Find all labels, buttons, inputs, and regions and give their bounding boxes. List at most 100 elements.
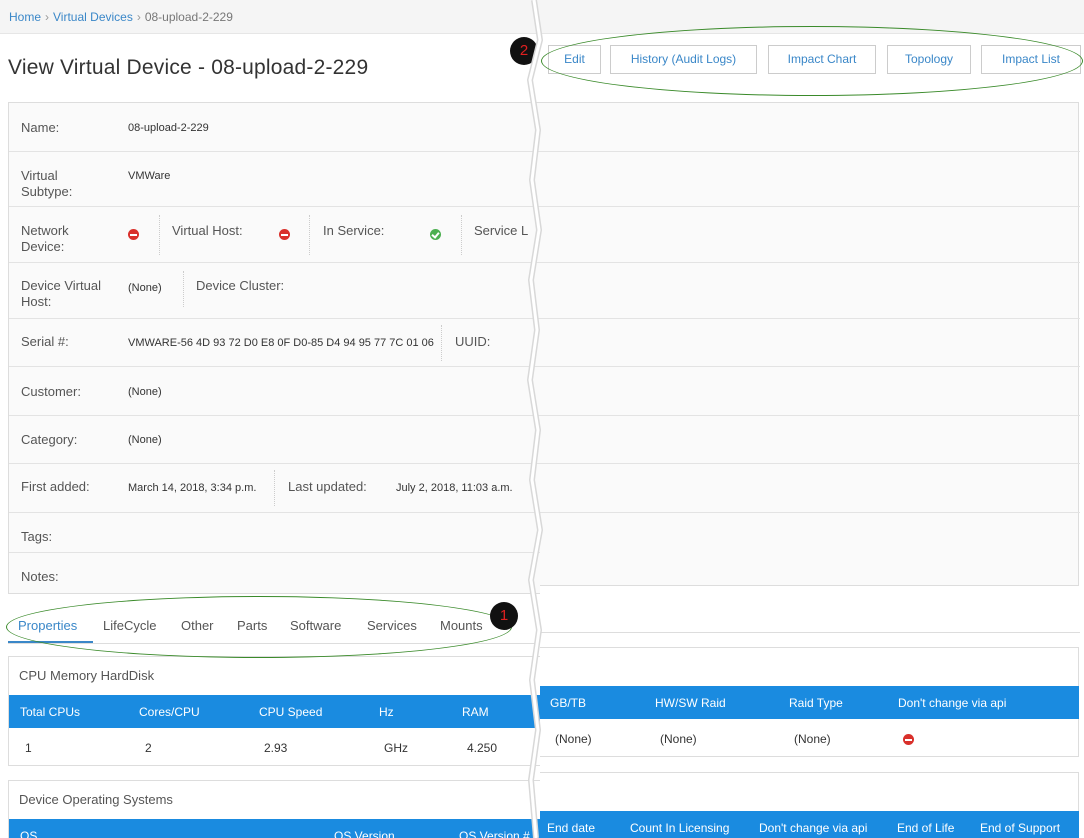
dates-row: First added: March 14, 2018, 3:34 p.m. L…	[9, 464, 540, 513]
last-updated-value: July 2, 2018, 11:03 a.m.	[396, 482, 513, 494]
subtype-value: VMWare	[128, 170, 171, 182]
breadcrumb-separator: ›	[136, 10, 141, 24]
row	[540, 513, 1080, 553]
row	[540, 207, 1080, 263]
network-device-no-icon	[128, 229, 139, 240]
device-details-panel: Name: 08-upload-2-229 Virtual Subtype: V…	[8, 102, 540, 594]
page-title: View Virtual Device - 08-upload-2-229	[8, 56, 369, 79]
th-end-of-life: End of Life	[897, 821, 955, 835]
annotation-ellipse-1	[6, 596, 512, 658]
th-hw-sw-raid: HW/SW Raid	[655, 696, 726, 710]
row	[540, 103, 1080, 152]
th-ram: RAM	[462, 705, 489, 719]
breadcrumb: Home › Virtual Devices › 08-upload-2-229	[0, 0, 540, 34]
divider	[274, 470, 275, 506]
th-count-in-licensing: Count In Licensing	[630, 821, 730, 835]
serial-label: Serial #:	[21, 334, 69, 349]
left-pane: Home › Virtual Devices › 08-upload-2-229 Vie…	[0, 0, 540, 838]
hardware-table-header-continued: GB/TB HW/SW Raid Raid Type Don't change …	[540, 686, 1079, 719]
hardware-card: CPU Memory HardDisk Total CPUs Cores/CPU…	[8, 656, 540, 766]
uuid-label: UUID:	[455, 334, 491, 349]
serial-value: VMWARE-56 4D 93 72 D0 E8 0F D0-85 D4 94 …	[128, 337, 434, 349]
cell-cores-cpu: 2	[145, 741, 152, 755]
th-os-version-number: OS Version #	[459, 829, 530, 838]
th-total-cpus: Total CPUs	[20, 705, 81, 719]
name-label: Name:	[21, 120, 60, 135]
row	[540, 416, 1080, 464]
cell-total-cpus: 1	[25, 741, 32, 755]
hardware-card-title: CPU Memory HardDisk	[19, 668, 155, 683]
api-locked-no-icon	[903, 734, 914, 745]
breadcrumb-separator: ›	[45, 10, 50, 24]
os-table-header: OS OS Version OS Version #	[9, 819, 540, 838]
right-pane: Edit History (Audit Logs) Impact Chart T…	[540, 0, 1084, 838]
cell-hz: GHz	[384, 741, 408, 755]
cell-cpu-speed: 2.93	[264, 741, 288, 755]
breadcrumb-current: 08-upload-2-229	[144, 10, 233, 24]
hardware-card-continued: GB/TB HW/SW Raid Raid Type Don't change …	[540, 647, 1079, 757]
row	[540, 319, 1080, 367]
virtual-host-label: Virtual Host:	[172, 223, 243, 238]
row	[540, 152, 1080, 207]
divider	[441, 325, 442, 361]
status-row: Network Device: Virtual Host: In Service…	[9, 207, 540, 263]
th-cores-cpu: Cores/CPU	[139, 705, 200, 719]
notes-row: Notes:	[9, 553, 540, 595]
th-dont-change-via-api: Don't change via api	[898, 696, 1007, 710]
breadcrumb-virtual-devices-link[interactable]: Virtual Devices	[53, 10, 133, 24]
service-level-label: Service L	[474, 223, 529, 238]
details-panel-continued	[540, 102, 1080, 586]
divider	[461, 215, 462, 255]
serial-row: Serial #: VMWARE-56 4D 93 72 D0 E8 0F D0…	[9, 319, 540, 367]
device-virtual-host-label: Device Virtual Host:	[21, 278, 101, 309]
breadcrumb-home-link[interactable]: Home	[9, 10, 41, 24]
in-service-yes-icon	[430, 229, 441, 240]
name-row: Name: 08-upload-2-229	[9, 103, 540, 152]
subtype-row: Virtual Subtype: VMWare	[9, 152, 540, 207]
customer-label: Customer:	[21, 384, 81, 399]
th-os: OS	[20, 829, 38, 838]
os-card: Device Operating Systems OS OS Version O…	[8, 780, 540, 838]
cell-hw-sw-raid: (None)	[660, 732, 697, 746]
divider	[183, 271, 184, 307]
th-gb-tb: GB/TB	[550, 696, 587, 710]
annotation-ellipse-2	[541, 26, 1083, 96]
th-raid-type: Raid Type	[789, 696, 843, 710]
virtual-host-row: Device Virtual Host: (None) Device Clust…	[9, 263, 540, 319]
hardware-table-header: Total CPUs Cores/CPU CPU Speed Hz RAM	[9, 695, 540, 728]
os-card-continued: End date Count In Licensing Don't change…	[540, 772, 1079, 838]
notes-label: Notes:	[21, 569, 59, 584]
device-cluster-label: Device Cluster:	[196, 278, 285, 293]
th-os-dont-change-via-api: Don't change via api	[759, 821, 868, 835]
th-cpu-speed: CPU Speed	[259, 705, 323, 719]
virtual-host-no-icon	[279, 229, 290, 240]
category-value: (None)	[128, 434, 162, 446]
th-end-of-support: End of Support	[980, 821, 1061, 835]
cell-raid-type: (None)	[794, 732, 831, 746]
tabs-underline	[540, 632, 1080, 633]
row	[540, 367, 1080, 416]
divider	[159, 215, 160, 255]
category-row: Category: (None)	[9, 416, 540, 464]
first-added-value: March 14, 2018, 3:34 p.m.	[128, 482, 257, 494]
tags-row: Tags:	[9, 513, 540, 553]
first-added-label: First added:	[21, 479, 90, 494]
divider	[309, 215, 310, 255]
in-service-label: In Service:	[323, 223, 385, 238]
subtype-label: Virtual Subtype:	[21, 168, 73, 199]
last-updated-label: Last updated:	[288, 479, 367, 494]
torn-edge-divider	[526, 0, 544, 838]
annotation-badge-1: 1	[490, 602, 518, 630]
th-end-date: End date	[547, 821, 596, 835]
os-table-header-continued: End date Count In Licensing Don't change…	[540, 811, 1079, 838]
row	[540, 263, 1080, 319]
device-virtual-host-value: (None)	[128, 282, 162, 294]
cell-gb-tb: (None)	[555, 732, 592, 746]
os-card-title: Device Operating Systems	[19, 792, 173, 807]
cell-ram: 4.250	[467, 741, 498, 755]
customer-value: (None)	[128, 386, 162, 398]
th-hz: Hz	[379, 705, 394, 719]
name-value: 08-upload-2-229	[128, 122, 209, 134]
category-label: Category:	[21, 432, 78, 447]
tags-label: Tags:	[21, 529, 53, 544]
